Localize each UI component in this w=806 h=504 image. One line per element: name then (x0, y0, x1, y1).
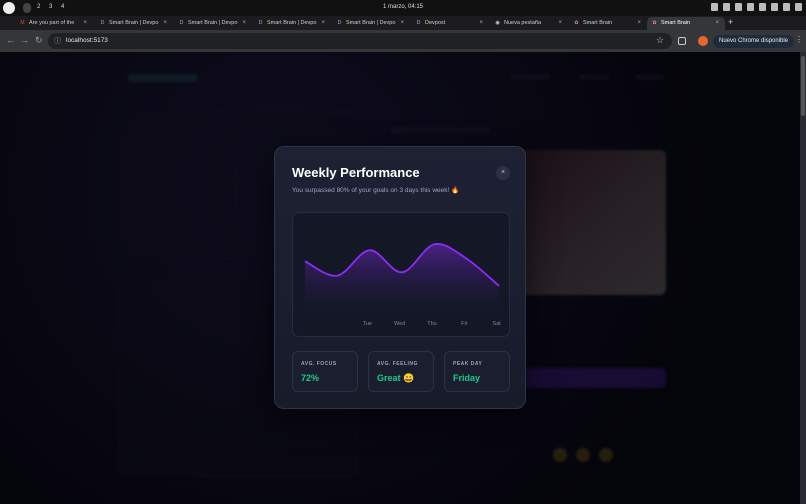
chrome-menu-icon[interactable]: ⋮ (795, 35, 803, 44)
tab-title: Devpost (425, 20, 446, 26)
browser-tab[interactable]: D Smart Brain | Devpo × (174, 17, 252, 30)
app-tray-icon[interactable] (735, 3, 742, 11)
browser-tab[interactable]: ◉ Nueva pestaña × (490, 17, 568, 30)
url-text[interactable]: localhost:5173 (66, 37, 108, 44)
stat-value: 72% (301, 373, 320, 383)
close-tab-icon[interactable]: × (715, 20, 719, 26)
tab-title: Smart Brain | Devpo (267, 20, 317, 26)
scrollbar-thumb[interactable] (801, 56, 805, 116)
browser-tab[interactable]: D Smart Brain | Devpo × (332, 17, 410, 30)
bookmark-star-icon[interactable]: ☆ (656, 35, 664, 46)
new-tab-button[interactable]: + (728, 17, 733, 27)
devpost-icon: D (179, 20, 184, 26)
close-button[interactable]: × (496, 166, 510, 180)
power-icon[interactable] (795, 3, 802, 11)
tab-title: Smart Brain (583, 20, 613, 26)
modal-subtitle: You surpassed 80% of your goals on 3 day… (292, 187, 460, 194)
avg-feeling-card: AVG. FEELING Great 😄 (368, 351, 434, 392)
system-tray[interactable] (711, 3, 802, 11)
system-clock[interactable]: 1 marzo, 04:15 (0, 4, 806, 10)
x-tick-label: Fri (461, 321, 467, 327)
profile-avatar[interactable] (698, 36, 708, 46)
os-top-bar: 2 3 4 1 marzo, 04:15 (0, 0, 806, 16)
browser-tab[interactable]: M Are you part of the × (15, 17, 93, 30)
x-tick-label: Thu (427, 321, 436, 327)
gmail-icon: M (20, 20, 25, 26)
tab-title: Nueva pestaña (504, 20, 541, 26)
app-tray-icon-2[interactable] (747, 3, 754, 11)
reload-icon[interactable]: ↻ (35, 35, 43, 46)
x-tick-label: Tue (363, 321, 372, 327)
forward-icon[interactable]: → (20, 35, 29, 45)
brain-icon: ✿ (652, 20, 657, 26)
x-tick-label: Wed (394, 321, 405, 327)
bluetooth-icon[interactable] (711, 3, 718, 11)
close-tab-icon[interactable]: × (83, 20, 87, 26)
close-tab-icon[interactable]: × (637, 20, 641, 26)
stat-value: Friday (453, 373, 481, 383)
devpost-icon: D (337, 20, 342, 26)
avg-focus-card: AVG. FOCUS 72% (292, 351, 358, 392)
close-tab-icon[interactable]: × (479, 20, 483, 26)
chrome-update-button[interactable]: Nuevo Chrome disponible (713, 35, 795, 48)
stat-value: Great 😄 (377, 373, 415, 383)
close-tab-icon[interactable]: × (163, 20, 167, 26)
devpost-icon: D (258, 20, 263, 26)
tab-title: Smart Brain | Devpo (109, 20, 159, 26)
extensions-icon[interactable] (678, 37, 686, 45)
close-tab-icon[interactable]: × (321, 20, 325, 26)
brain-icon: ✿ (574, 20, 579, 26)
clipboard-icon[interactable] (723, 3, 730, 11)
x-tick-label: Sat (493, 321, 502, 327)
close-tab-icon[interactable]: × (558, 20, 562, 26)
browser-tab[interactable]: D Smart Brain | Devpo × (253, 17, 331, 30)
stat-label: AVG. FOCUS (301, 361, 337, 367)
chart-svg: TueWedThuFriSatSun (304, 243, 502, 327)
stat-label: AVG. FEELING (377, 361, 418, 367)
browser-tab[interactable]: D Smart Brain | Devpo × (95, 17, 173, 30)
tab-title: Smart Brain | Devpo (346, 20, 396, 26)
browser-tab-active[interactable]: ✿ Smart Brain × (647, 17, 725, 30)
battery-icon[interactable] (771, 3, 778, 11)
browser-tab[interactable]: ✿ Smart Brain × (569, 17, 647, 30)
devpost-icon: D (416, 20, 421, 26)
address-bar[interactable]: ⓘ localhost:5173 ☆ (48, 33, 672, 49)
modal-title: Weekly Performance (292, 165, 420, 180)
chrome-icon: ◉ (495, 20, 500, 26)
browser-toolbar: ← → ↻ ⓘ localhost:5173 ☆ Nuevo Chrome di… (0, 30, 806, 52)
browser-tab[interactable]: D Devpost × (411, 17, 489, 30)
site-info-icon[interactable]: ⓘ (54, 36, 61, 46)
weekly-performance-modal: Weekly Performance You surpassed 80% of … (274, 146, 526, 409)
stat-label: PEAK DAY (453, 361, 483, 367)
page-scrollbar[interactable] (800, 52, 806, 504)
browser-tab-strip: ▾ MAre you part of the× DSmart Brain | D… (0, 16, 806, 42)
tab-title: Are you part of the (29, 20, 75, 26)
peak-day-card: PEAK DAY Friday (444, 351, 510, 392)
tab-title: Smart Brain (661, 20, 691, 26)
close-tab-icon[interactable]: × (242, 20, 246, 26)
back-icon[interactable]: ← (6, 35, 15, 45)
devpost-icon: D (100, 20, 105, 26)
wifi-icon[interactable] (759, 3, 766, 11)
tab-title: Smart Brain | Devpo (188, 20, 238, 26)
close-tab-icon[interactable]: × (400, 20, 404, 26)
weekly-chart: TueWedThuFriSatSun (292, 212, 510, 337)
volume-icon[interactable] (783, 3, 790, 11)
